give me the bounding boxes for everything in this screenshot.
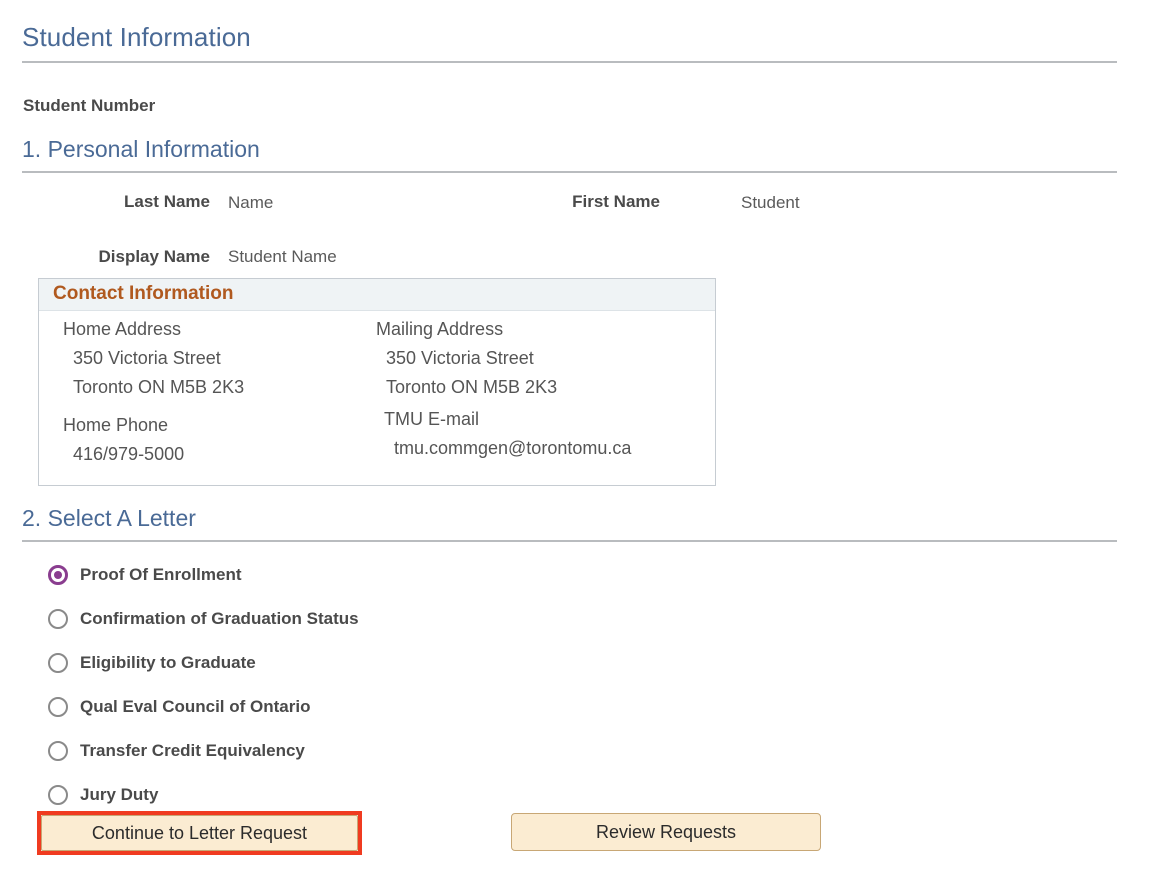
letter-type-radio-group: Proof Of Enrollment Confirmation of Gradu… <box>0 553 1150 817</box>
page-title: Student Information <box>22 22 251 53</box>
student-information-page: Student Information Student Number 1. Pe… <box>0 0 1150 890</box>
letter-option-4[interactable]: Transfer Credit Equivalency <box>0 729 1150 773</box>
divider-top <box>22 61 1117 63</box>
divider-personal-information <box>22 171 1117 173</box>
radio-unselected-icon[interactable] <box>48 741 68 761</box>
home-address-line1: 350 Victoria Street <box>73 348 221 369</box>
mailing-address-line2: Toronto ON M5B 2K3 <box>386 377 557 398</box>
divider-select-a-letter <box>22 540 1117 542</box>
first-name-value: Student <box>741 193 800 213</box>
section-heading-select-a-letter: 2. Select A Letter <box>22 505 196 532</box>
last-name-label: Last Name <box>40 192 210 212</box>
continue-to-letter-request-button[interactable]: Continue to Letter Request <box>41 815 358 851</box>
tmu-email-value: tmu.commgen@torontomu.ca <box>394 438 631 459</box>
letter-option-0[interactable]: Proof Of Enrollment <box>0 553 1150 597</box>
mailing-address-line1: 350 Victoria Street <box>386 348 534 369</box>
letter-option-2[interactable]: Eligibility to Graduate <box>0 641 1150 685</box>
home-address-line2: Toronto ON M5B 2K3 <box>73 377 244 398</box>
display-name-value: Student Name <box>228 247 337 267</box>
contact-information-title: Contact Information <box>39 279 715 305</box>
mailing-address-label: Mailing Address <box>376 319 503 340</box>
letter-option-label: Jury Duty <box>80 785 158 805</box>
last-name-value: Name <box>228 193 273 213</box>
contact-information-header: Contact Information <box>39 279 715 311</box>
radio-unselected-icon[interactable] <box>48 609 68 629</box>
home-address-label: Home Address <box>63 319 181 340</box>
letter-option-label: Eligibility to Graduate <box>80 653 256 673</box>
letter-option-label: Proof Of Enrollment <box>80 565 242 585</box>
home-phone-value: 416/979-5000 <box>73 444 184 465</box>
section-heading-personal-information: 1. Personal Information <box>22 136 260 163</box>
tmu-email-label: TMU E-mail <box>384 409 479 430</box>
radio-unselected-icon[interactable] <box>48 697 68 717</box>
first-name-label: First Name <box>470 192 660 212</box>
student-number-label: Student Number <box>23 96 155 116</box>
contact-information-panel: Contact Information Home Address 350 Vic… <box>38 278 716 486</box>
letter-option-1[interactable]: Confirmation of Graduation Status <box>0 597 1150 641</box>
radio-selected-icon[interactable] <box>48 565 68 585</box>
letter-option-label: Transfer Credit Equivalency <box>80 741 305 761</box>
review-requests-button[interactable]: Review Requests <box>511 813 821 851</box>
display-name-label: Display Name <box>40 247 210 267</box>
letter-option-5[interactable]: Jury Duty <box>0 773 1150 817</box>
contact-information-body: Home Address 350 Victoria Street Toronto… <box>39 311 715 485</box>
letter-option-label: Qual Eval Council of Ontario <box>80 697 310 717</box>
letter-option-3[interactable]: Qual Eval Council of Ontario <box>0 685 1150 729</box>
home-phone-label: Home Phone <box>63 415 168 436</box>
radio-unselected-icon[interactable] <box>48 785 68 805</box>
radio-unselected-icon[interactable] <box>48 653 68 673</box>
letter-option-label: Confirmation of Graduation Status <box>80 609 359 629</box>
